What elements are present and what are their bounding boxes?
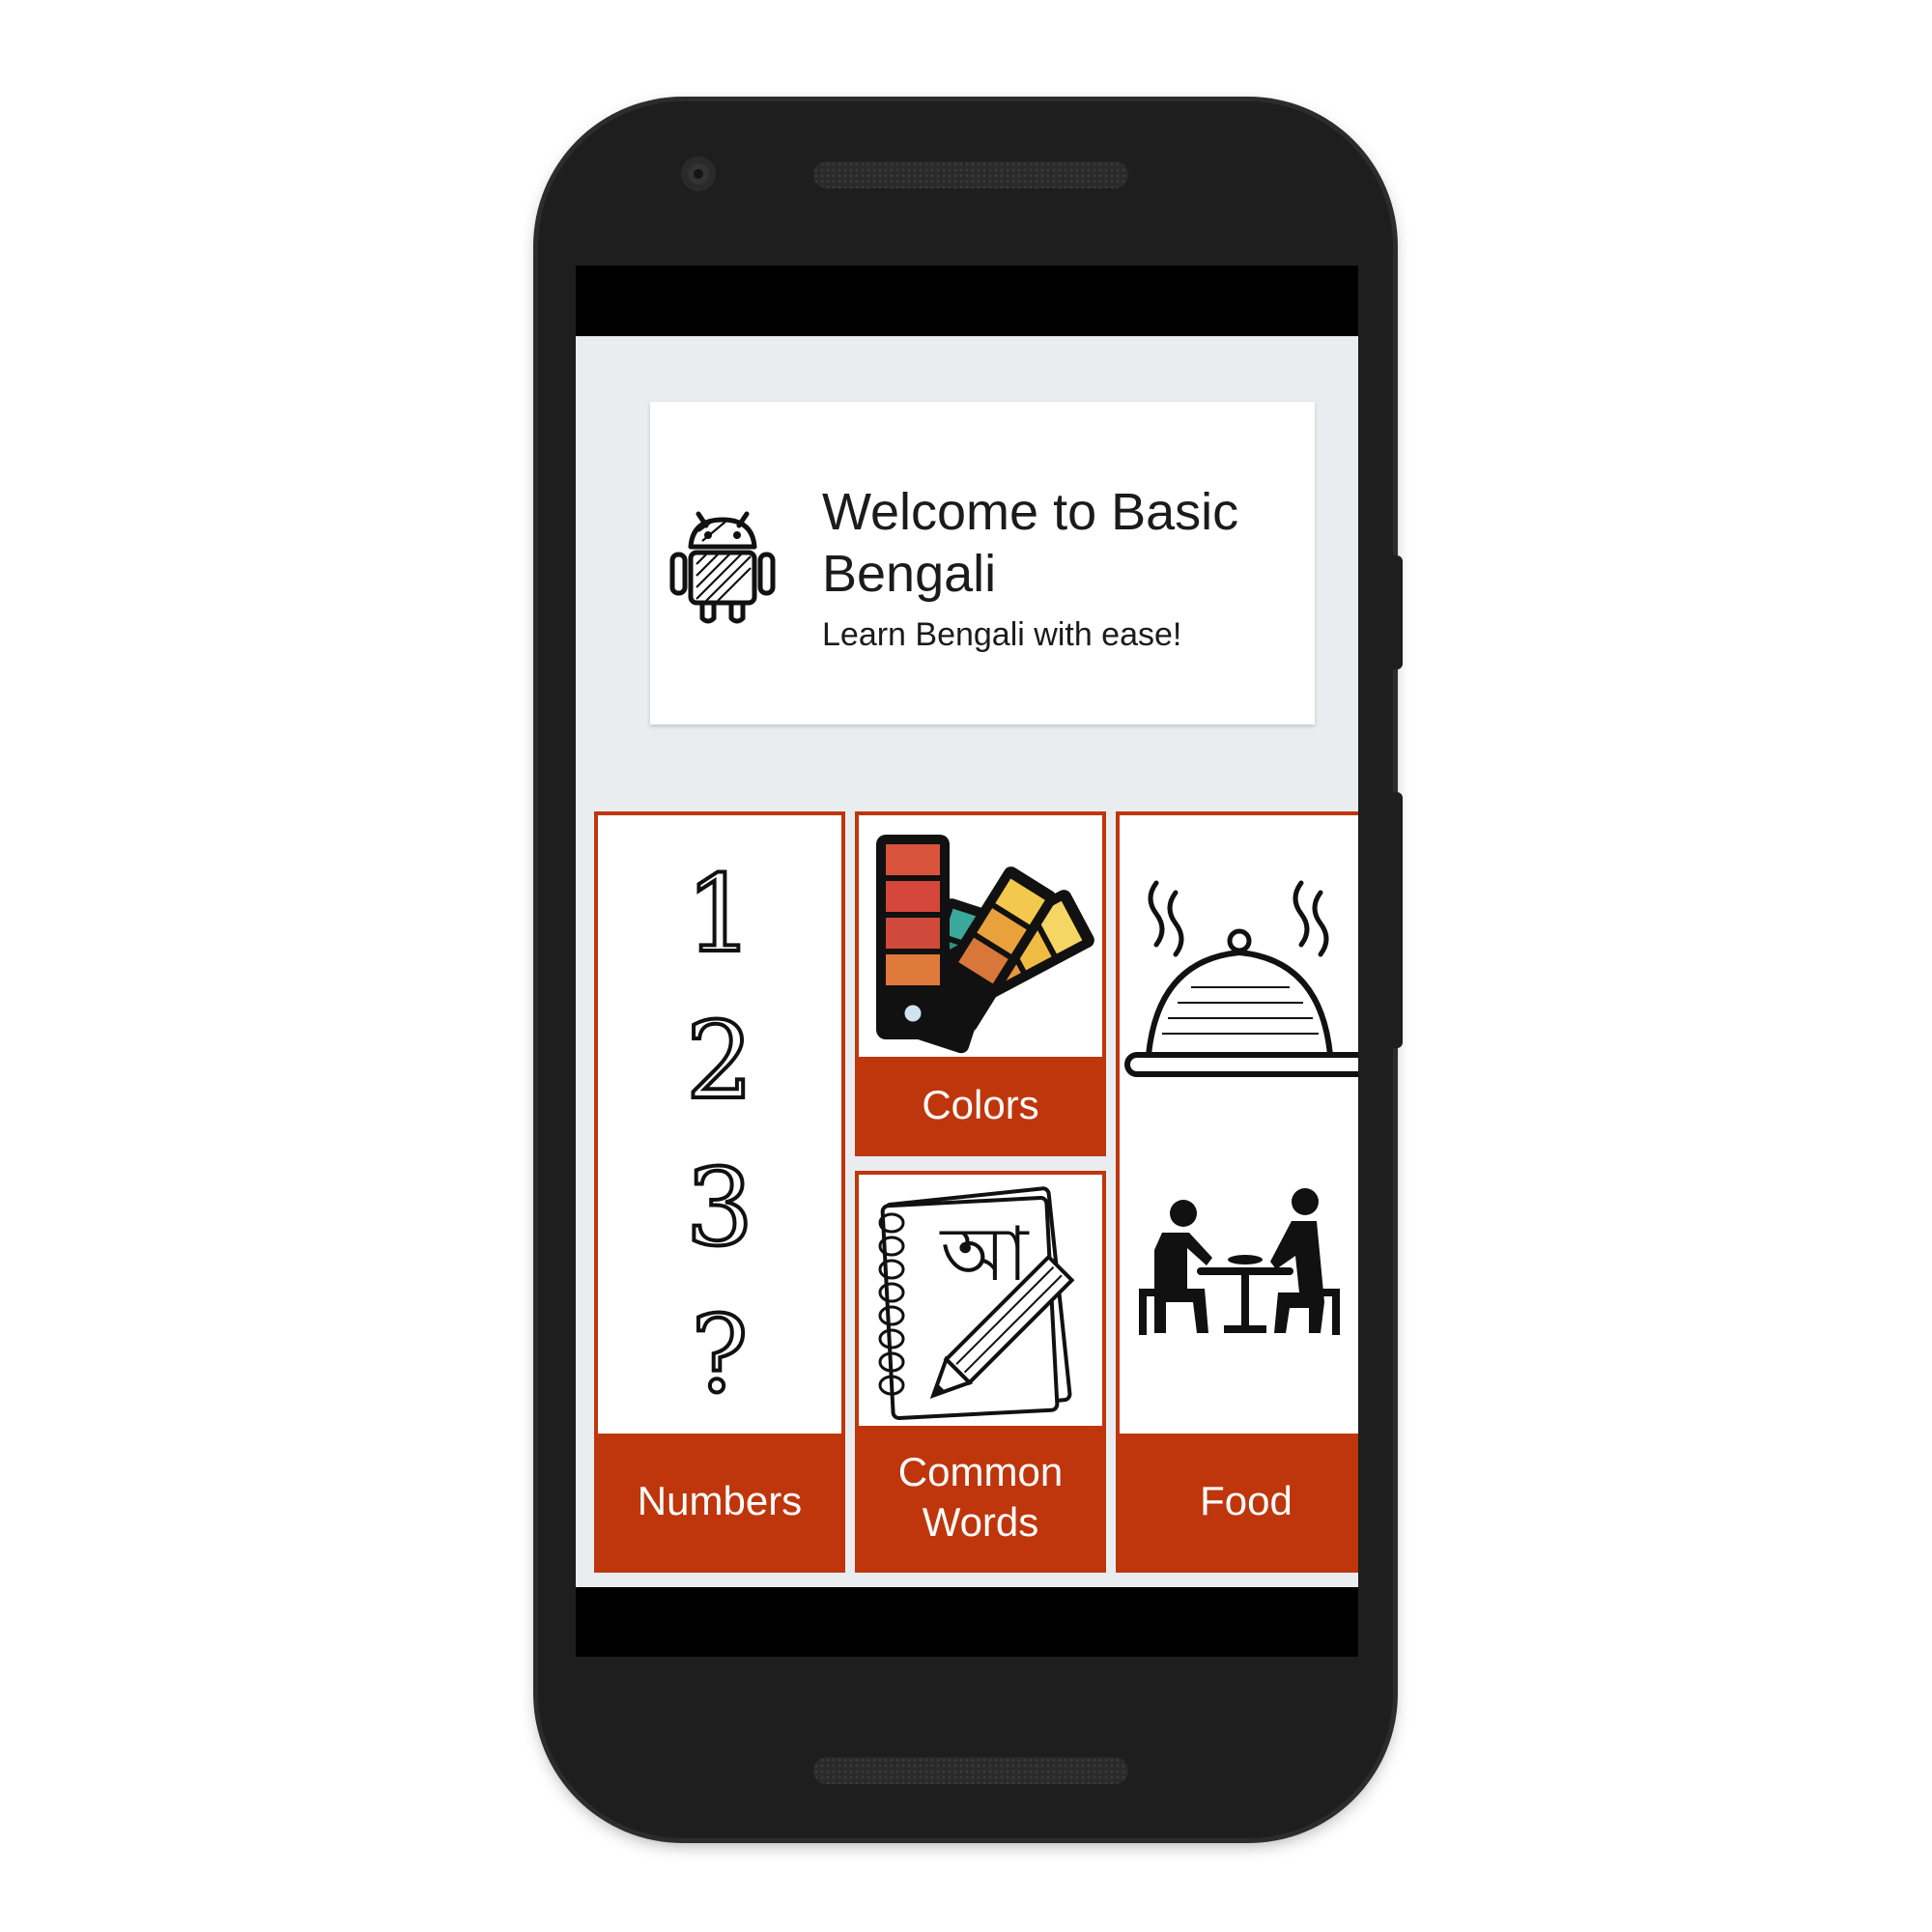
digit-two: 2 xyxy=(684,997,755,1124)
welcome-subtitle: Learn Bengali with ease! xyxy=(822,616,1182,653)
category-label-colors: Colors xyxy=(859,1057,1102,1152)
color-swatch-icon xyxy=(876,835,1094,1054)
welcome-title: Welcome to Basic Bengali xyxy=(822,483,1239,603)
welcome-card: Welcome to Basic Bengali Learn Bengali w… xyxy=(650,402,1315,724)
category-label-food: Food xyxy=(1120,1434,1358,1569)
food-cloche-dining-icon xyxy=(1124,880,1358,1335)
bottom-speaker xyxy=(813,1757,1128,1784)
category-tile-colors[interactable]: Colors xyxy=(855,811,1106,1156)
volume-button xyxy=(1391,792,1403,1048)
category-label-numbers: Numbers xyxy=(598,1434,841,1569)
digit-three: 3 xyxy=(684,1144,755,1271)
android-robot-icon xyxy=(669,511,776,624)
bengali-letter-aa: আ xyxy=(940,1211,1029,1298)
category-tile-numbers[interactable]: 1 2 3 ? Numbers xyxy=(594,811,845,1573)
power-button xyxy=(1391,555,1403,669)
numbers-123-icon: 1 2 3 ? xyxy=(598,815,841,1434)
top-speaker xyxy=(813,161,1128,188)
category-label-common-words: Common Words xyxy=(859,1426,1102,1569)
front-camera xyxy=(681,156,716,191)
category-tile-common-words[interactable]: আ Common Words xyxy=(855,1171,1106,1573)
phone-screen: Welcome to Basic Bengali Learn Bengali w… xyxy=(576,266,1358,1657)
digit-one: 1 xyxy=(684,850,755,978)
app-content: Welcome to Basic Bengali Learn Bengali w… xyxy=(576,336,1358,1587)
question-mark: ? xyxy=(690,1291,751,1418)
category-tile-food[interactable]: Food xyxy=(1116,811,1358,1573)
